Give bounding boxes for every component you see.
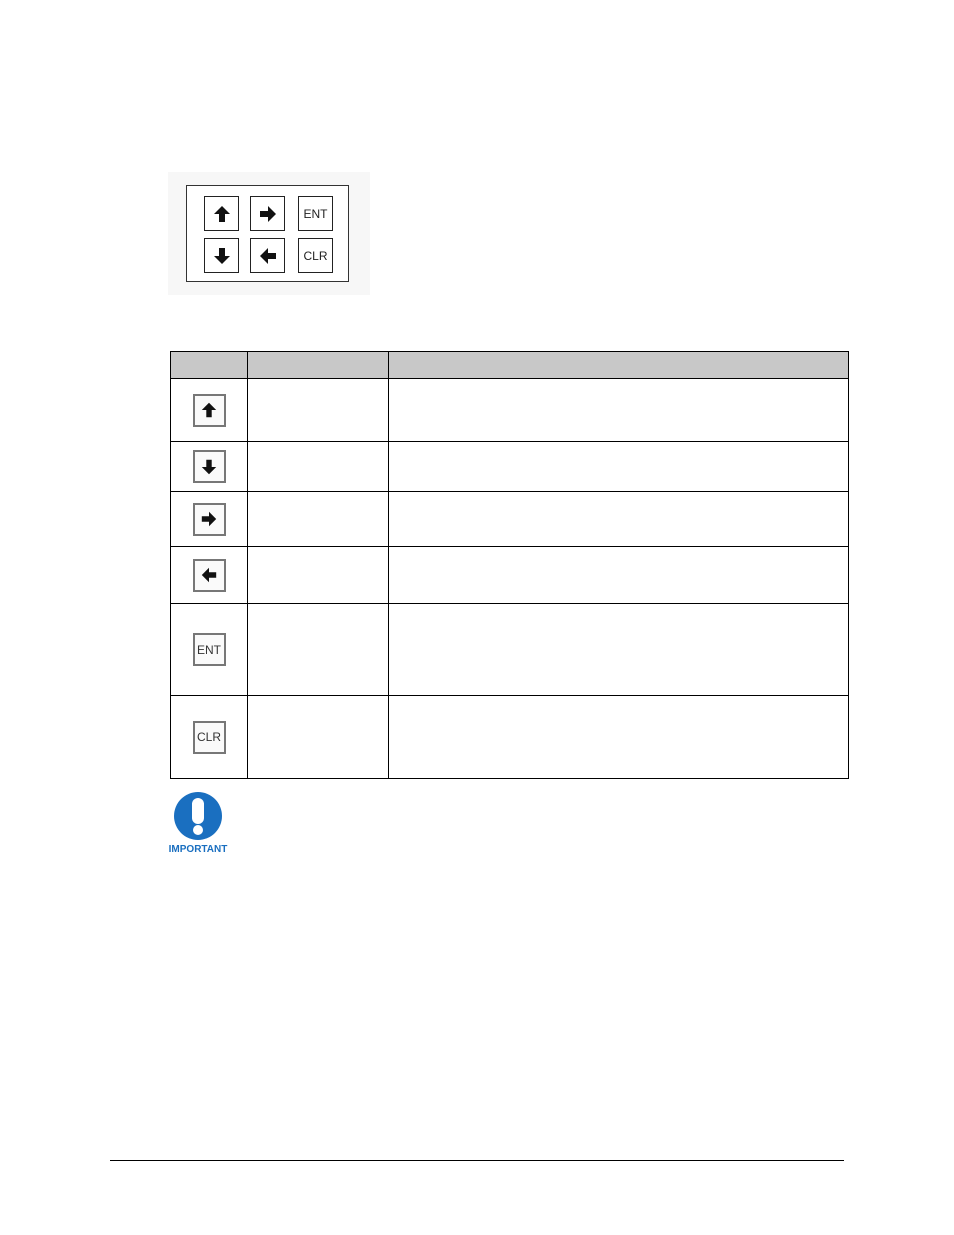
arrow-right-icon <box>258 204 278 224</box>
key-down <box>204 238 239 273</box>
footer-divider <box>110 1160 844 1161</box>
key-right <box>250 196 285 231</box>
important-label: IMPORTANT <box>168 844 228 855</box>
important-notice: IMPORTANT <box>166 791 230 855</box>
key-left <box>192 558 226 592</box>
key-ent: ENT <box>192 633 226 666</box>
key-right <box>192 502 226 536</box>
key-left <box>250 238 285 273</box>
key-down <box>192 450 226 483</box>
arrow-left-icon <box>258 246 278 266</box>
arrow-right-icon <box>200 510 218 528</box>
arrow-up-icon <box>200 401 218 419</box>
keypad-figure: ENT CLR <box>168 172 370 295</box>
arrow-down-icon <box>212 246 232 266</box>
key-clr: CLR <box>298 238 333 273</box>
arrow-left-icon <box>200 566 218 584</box>
key-up <box>192 393 226 427</box>
important-exclamation-icon <box>174 792 222 840</box>
key-function-table: ENT CLR <box>170 351 849 779</box>
table-row <box>170 546 849 604</box>
table-row <box>170 378 849 442</box>
table-row <box>170 491 849 547</box>
key-ent: ENT <box>298 196 333 231</box>
table-row: CLR <box>170 695 849 779</box>
key-up <box>204 196 239 231</box>
key-clr: CLR <box>192 720 226 754</box>
arrow-up-icon <box>212 204 232 224</box>
table-row: ENT <box>170 603 849 696</box>
keypad-frame: ENT CLR <box>186 185 349 282</box>
table-header <box>170 351 849 379</box>
arrow-down-icon <box>200 458 218 476</box>
table-row <box>170 441 849 492</box>
